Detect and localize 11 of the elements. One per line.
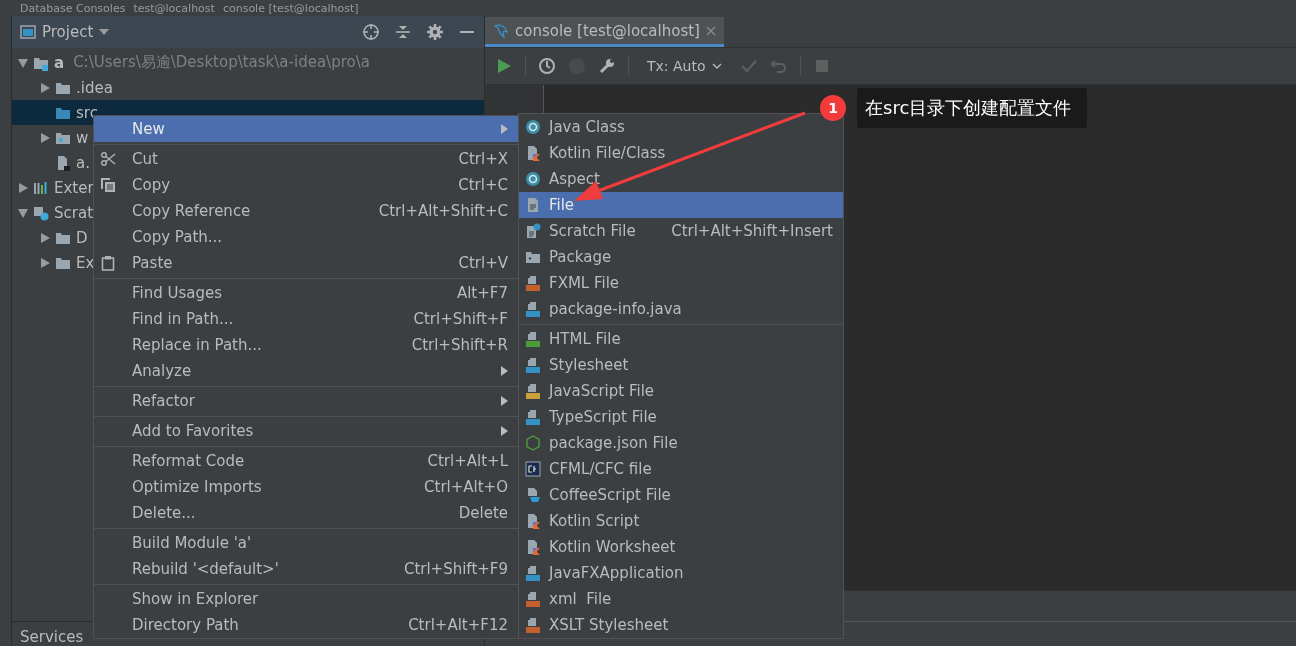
tree-label: Ex	[76, 253, 95, 272]
tree-label: .idea	[76, 78, 113, 97]
tree-label: Exter	[54, 178, 94, 197]
tree-label: D	[76, 228, 88, 247]
tree-label: w	[76, 128, 89, 147]
tree-label: a	[54, 53, 65, 72]
tree-label: Scrat	[54, 203, 93, 222]
annotation-callout: 在src目录下创建配置文件	[857, 88, 1088, 128]
tree-label: a.	[76, 153, 90, 172]
panel-title: Project	[42, 23, 94, 41]
module-path: C:\Users\易逾\Desktop\task\a-idea\pro\a	[73, 53, 370, 72]
